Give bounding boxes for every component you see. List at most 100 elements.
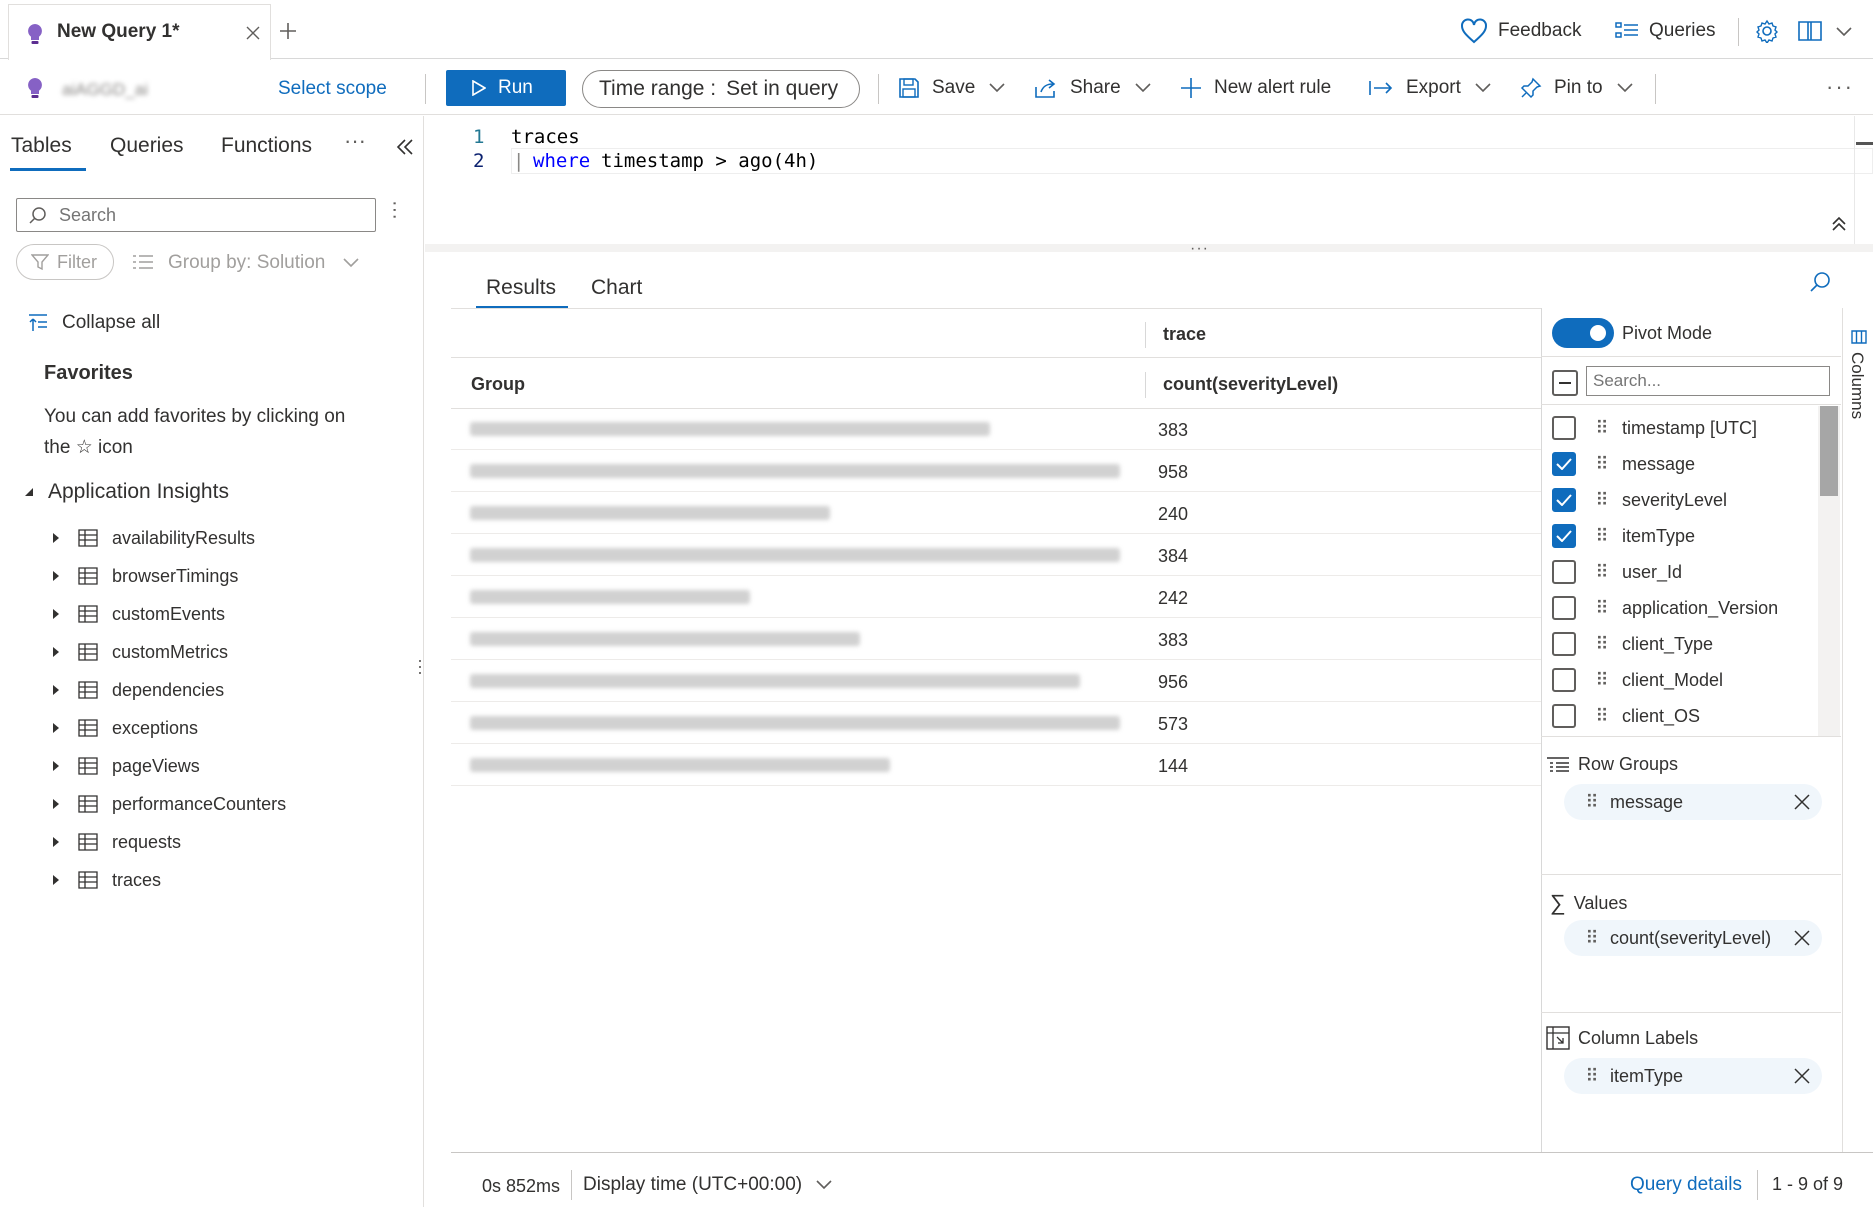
table-item[interactable]: pageViews bbox=[0, 748, 420, 784]
triangle-right-icon[interactable] bbox=[52, 874, 60, 886]
drag-handle-icon[interactable]: ⠿ bbox=[1586, 562, 1616, 583]
pivot-mode-toggle[interactable]: Pivot Mode bbox=[1552, 318, 1712, 348]
column-option[interactable]: ⠿ application_Version bbox=[1552, 590, 1822, 626]
drag-handle-icon[interactable]: ⠿ bbox=[1586, 526, 1616, 547]
column-checkbox[interactable] bbox=[1552, 488, 1576, 512]
remove-icon[interactable] bbox=[1794, 930, 1810, 946]
export-button[interactable]: Export bbox=[1368, 70, 1491, 106]
column-option[interactable]: ⠿ itemType bbox=[1552, 518, 1822, 554]
select-scope-link[interactable]: Select scope bbox=[278, 78, 387, 100]
drag-handle-icon[interactable]: ⠿ bbox=[1576, 928, 1606, 949]
drag-handle-icon[interactable]: ⠿ bbox=[1586, 490, 1616, 511]
group-by-dropdown[interactable]: Group by: Solution bbox=[132, 250, 359, 276]
splitter-handle[interactable]: ··· bbox=[411, 658, 431, 676]
column-header-group[interactable]: Group bbox=[471, 374, 525, 395]
table-row[interactable]: 573 bbox=[451, 702, 1541, 744]
column-checkbox[interactable] bbox=[1552, 596, 1576, 620]
query-editor[interactable]: 1 2 traces | where timestamp > ago(4h) bbox=[425, 116, 1873, 244]
queries-button[interactable]: Queries bbox=[1615, 16, 1716, 46]
time-range-picker[interactable]: Time range : Set in query bbox=[582, 70, 860, 108]
column-option[interactable]: ⠿ client_Model bbox=[1552, 662, 1822, 698]
column-checkbox[interactable] bbox=[1552, 668, 1576, 692]
chevron-down-icon[interactable] bbox=[1832, 20, 1856, 44]
column-option[interactable]: ⠿ message bbox=[1552, 446, 1822, 482]
collapse-panel-icon[interactable] bbox=[394, 136, 416, 158]
splitter-grip[interactable]: ··· bbox=[1190, 240, 1209, 258]
scrollbar-track[interactable] bbox=[1854, 116, 1855, 244]
column-header-count[interactable]: count(severityLevel) bbox=[1163, 374, 1338, 395]
table-row[interactable]: 240 bbox=[451, 492, 1541, 534]
table-row[interactable]: 384 bbox=[451, 534, 1541, 576]
column-label-chip[interactable]: ⠿ itemType bbox=[1564, 1058, 1822, 1094]
table-item[interactable]: requests bbox=[0, 824, 420, 860]
column-checkbox[interactable] bbox=[1552, 704, 1576, 728]
column-option[interactable]: ⠿ timestamp [UTC] bbox=[1552, 410, 1822, 446]
drag-handle-icon[interactable]: ⠿ bbox=[1586, 454, 1616, 475]
table-item[interactable]: browserTimings bbox=[0, 558, 420, 594]
table-row[interactable]: 958 bbox=[451, 450, 1541, 492]
schema-search-box[interactable] bbox=[16, 198, 376, 232]
group-application-insights[interactable]: Application Insights bbox=[24, 480, 229, 504]
triangle-right-icon[interactable] bbox=[52, 570, 60, 582]
table-row[interactable]: 144 bbox=[451, 744, 1541, 786]
columns-side-tab[interactable]: Columns bbox=[1842, 308, 1873, 1153]
gear-icon[interactable] bbox=[1752, 16, 1782, 46]
drag-handle-icon[interactable]: ⠿ bbox=[1586, 598, 1616, 619]
column-option[interactable]: ⠿ client_Type bbox=[1552, 626, 1822, 662]
scrollbar-thumb[interactable] bbox=[1820, 406, 1838, 496]
table-row[interactable]: 242 bbox=[451, 576, 1541, 618]
close-icon[interactable] bbox=[243, 23, 263, 43]
value-chip[interactable]: ⠿ count(severityLevel) bbox=[1564, 920, 1822, 956]
select-all-checkbox[interactable] bbox=[1552, 370, 1578, 396]
remove-icon[interactable] bbox=[1794, 1068, 1810, 1084]
table-row[interactable]: 383 bbox=[451, 408, 1541, 450]
tab-queries[interactable]: Queries bbox=[110, 134, 184, 158]
column-checkbox[interactable] bbox=[1552, 416, 1576, 440]
tab-results[interactable]: Results bbox=[486, 276, 556, 300]
triangle-right-icon[interactable] bbox=[52, 646, 60, 658]
row-group-chip[interactable]: ⠿ message bbox=[1564, 784, 1822, 820]
column-search-input[interactable] bbox=[1586, 366, 1830, 396]
query-tab[interactable]: New Query 1* bbox=[8, 4, 271, 60]
book-icon[interactable] bbox=[1795, 16, 1825, 46]
more-options-icon[interactable]: ··· bbox=[1826, 74, 1854, 100]
triangle-right-icon[interactable] bbox=[52, 798, 60, 810]
triangle-right-icon[interactable] bbox=[52, 760, 60, 772]
more-options-icon[interactable]: ··· bbox=[344, 128, 366, 154]
new-tab-icon[interactable] bbox=[277, 20, 299, 42]
triangle-right-icon[interactable] bbox=[52, 722, 60, 734]
filter-button[interactable]: Filter bbox=[16, 244, 114, 280]
remove-icon[interactable] bbox=[1794, 794, 1810, 810]
triangle-right-icon[interactable] bbox=[52, 608, 60, 620]
feedback-button[interactable]: Feedback bbox=[1460, 16, 1581, 46]
table-item[interactable]: exceptions bbox=[0, 710, 420, 746]
column-checkbox[interactable] bbox=[1552, 632, 1576, 656]
tab-functions[interactable]: Functions bbox=[221, 134, 312, 158]
column-checkbox[interactable] bbox=[1552, 524, 1576, 548]
toggle-switch[interactable] bbox=[1552, 318, 1614, 348]
run-button[interactable]: Run bbox=[446, 70, 566, 106]
double-chevron-up-icon[interactable] bbox=[1829, 214, 1849, 234]
share-button[interactable]: Share bbox=[1034, 70, 1151, 106]
scrollbar-thumb[interactable] bbox=[1856, 142, 1873, 145]
table-row[interactable]: 383 bbox=[451, 618, 1541, 660]
drag-handle-icon[interactable]: ⠿ bbox=[1576, 792, 1606, 813]
column-option[interactable]: ⠿ user_Id bbox=[1552, 554, 1822, 590]
search-icon[interactable] bbox=[1808, 270, 1832, 294]
more-vertical-icon[interactable]: ··· bbox=[384, 200, 406, 220]
table-item[interactable]: performanceCounters bbox=[0, 786, 420, 822]
drag-handle-icon[interactable]: ⠿ bbox=[1576, 1066, 1606, 1087]
triangle-right-icon[interactable] bbox=[52, 684, 60, 696]
save-button[interactable]: Save bbox=[898, 70, 1005, 106]
pin-to-button[interactable]: Pin to bbox=[1520, 70, 1633, 106]
table-item[interactable]: customMetrics bbox=[0, 634, 420, 670]
triangle-right-icon[interactable] bbox=[52, 532, 60, 544]
tab-tables[interactable]: Tables bbox=[11, 134, 72, 158]
drag-handle-icon[interactable]: ⠿ bbox=[1586, 670, 1616, 691]
column-option[interactable]: ⠿ severityLevel bbox=[1552, 482, 1822, 518]
query-details-link[interactable]: Query details bbox=[1630, 1174, 1742, 1196]
table-row[interactable]: 956 bbox=[451, 660, 1541, 702]
table-item[interactable]: dependencies bbox=[0, 672, 420, 708]
editor-results-splitter[interactable] bbox=[425, 244, 1873, 252]
column-option[interactable]: ⠿ client_OS bbox=[1552, 698, 1822, 734]
